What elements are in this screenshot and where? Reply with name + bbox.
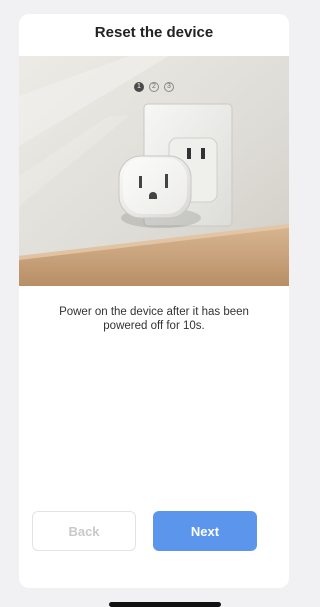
step-2: 2 <box>149 82 159 92</box>
hero-image: 1 2 3 <box>19 56 289 286</box>
step-1: 1 <box>134 82 144 92</box>
step-indicator: 1 2 3 <box>19 82 289 92</box>
next-button[interactable]: Next <box>153 511 257 551</box>
reset-device-card: Reset the device 1 2 3 Power on the devi… <box>19 14 289 588</box>
step-3: 3 <box>164 82 174 92</box>
page-title: Reset the device <box>94 24 214 41</box>
home-indicator <box>109 602 221 607</box>
back-button[interactable]: Back <box>32 511 136 551</box>
instruction-text: Power on the device after it has been po… <box>59 306 249 332</box>
